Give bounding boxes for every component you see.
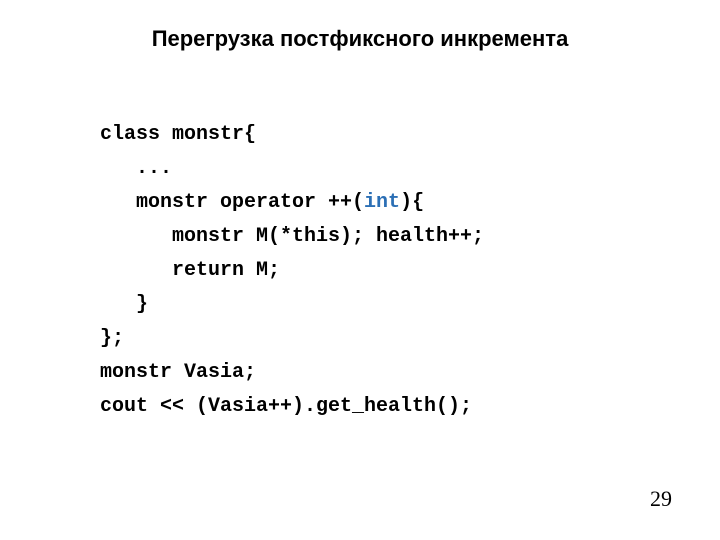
code-line: class monstr{	[100, 123, 256, 146]
code-line: ...	[100, 157, 172, 180]
page-number: 29	[650, 486, 672, 512]
code-line: monstr M(*this); health++;	[100, 225, 484, 248]
code-line: }	[100, 293, 148, 316]
code-line-part: monstr operator ++(	[100, 191, 364, 214]
code-line: monstr Vasia;	[100, 361, 256, 384]
slide: Перегрузка постфиксного инкремента class…	[0, 0, 720, 540]
code-line: };	[100, 327, 124, 350]
code-block: class monstr{ ... monstr operator ++(int…	[100, 118, 484, 424]
slide-title: Перегрузка постфиксного инкремента	[0, 26, 720, 52]
code-line-part: ){	[400, 191, 424, 214]
code-line: return M;	[100, 259, 280, 282]
keyword-int: int	[364, 191, 400, 214]
code-line: cout << (Vasia++).get_health();	[100, 395, 472, 418]
